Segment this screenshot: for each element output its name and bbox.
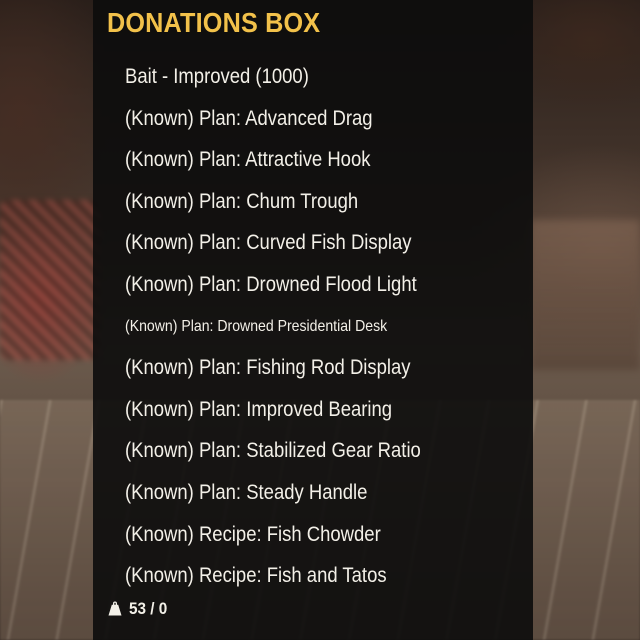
list-item[interactable]: (Known) Plan: Curved Fish Display <box>125 222 421 264</box>
panel-title: DONATIONS BOX <box>107 7 321 38</box>
donations-box-panel: DONATIONS BOX Bait - Improved (1000) (Kn… <box>93 0 533 640</box>
list-item[interactable]: (Known) Recipe: Fish and Tatos <box>125 555 421 597</box>
list-item[interactable]: (Known) Plan: Steady Handle <box>125 472 421 514</box>
list-item[interactable]: (Known) Plan: Chum Trough <box>125 181 421 223</box>
list-item[interactable]: (Known) Plan: Stabilized Gear Ratio <box>125 430 421 472</box>
carry-weight-value: 53 / 0 <box>129 599 168 618</box>
list-item[interactable]: (Known) Plan: Fishing Rod Display <box>125 347 421 389</box>
background-rug <box>0 200 100 360</box>
item-list: Bait - Improved (1000) (Known) Plan: Adv… <box>125 56 461 597</box>
list-item[interactable]: (Known) Plan: Drowned Flood Light <box>125 264 421 306</box>
list-item[interactable]: (Known) Plan: Improved Bearing <box>125 389 421 431</box>
carry-weight-footer: 53 / 0 <box>107 596 172 622</box>
list-item[interactable]: (Known) Recipe: Fish Chowder <box>125 514 421 556</box>
background-crate <box>530 220 640 370</box>
list-item[interactable]: (Known) Plan: Drowned Presidential Desk <box>125 306 421 348</box>
weight-icon <box>107 601 123 617</box>
list-item[interactable]: Bait - Improved (1000) <box>125 56 421 98</box>
list-item[interactable]: (Known) Plan: Advanced Drag <box>125 98 421 140</box>
list-item[interactable]: (Known) Plan: Attractive Hook <box>125 139 421 181</box>
